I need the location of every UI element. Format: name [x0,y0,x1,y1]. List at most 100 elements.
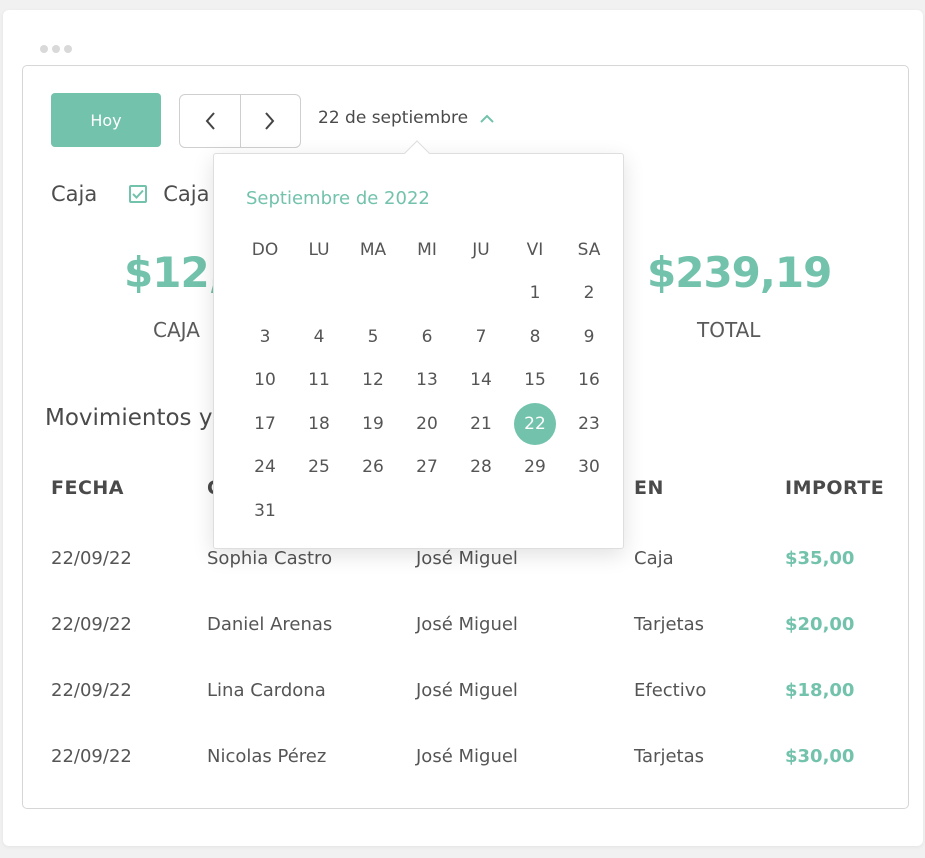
calendar-day[interactable]: 18 [292,403,346,447]
calendar-day-selected[interactable]: 22 [508,402,562,447]
caja-checkbox[interactable] [129,185,148,203]
calendar-day[interactable]: 20 [400,403,454,447]
row-fecha: 22/09/22 [51,614,132,635]
calendar-day[interactable]: 24 [238,446,292,490]
calendar-week: 12 [238,272,624,316]
calendar-day[interactable]: 17 [238,403,292,447]
calendar-grid: DO LU MA MI JU VI SA 1 2 3 4 5 6 7 8 9 10 11 12 13 14… [238,228,624,533]
calendar-day[interactable]: 23 [562,403,616,447]
calendar-day[interactable]: 28 [454,446,508,490]
calendar-empty-cell [346,272,400,316]
calendar-day[interactable]: 30 [562,446,616,490]
row-cliente: Lina Cardona [207,680,326,701]
current-date-label: 22 de septiembre [318,108,469,128]
next-day-button[interactable] [239,95,301,147]
row-vendedor: José Miguel [416,548,518,569]
header-fecha: FECHA [51,477,125,499]
calendar-empty-cell [562,490,616,534]
header-en: EN [634,477,664,499]
total-amount: $239,19 [647,248,832,297]
weekday-label: DO [251,240,279,260]
calendar-day[interactable]: 16 [562,359,616,403]
calendar-month-label: Septiembre de 2022 [246,188,430,209]
calendar-day[interactable]: 1 [508,272,562,316]
row-en: Tarjetas [634,746,704,767]
section-title: Movimientos y [45,405,213,431]
window-dot-icon [52,45,60,53]
date-navigation [179,94,301,148]
filter-label: Caja [51,182,98,206]
row-cliente: Sophia Castro [207,548,333,569]
calendar-week: 31 [238,490,624,534]
row-importe: $20,00 [785,614,855,635]
calendar-day[interactable]: 21 [454,403,508,447]
header-importe: IMPORTE [785,477,885,499]
total-label: TOTAL [697,318,761,342]
calendar-day[interactable]: 9 [562,316,616,360]
row-en: Tarjetas [634,614,704,635]
weekday-label: MA [359,240,387,260]
date-picker-popup: Septiembre de 2022 DO LU MA MI JU VI SA … [213,153,624,549]
calendar-day[interactable]: 12 [346,359,400,403]
calendar-empty-cell [238,272,292,316]
row-fecha: 22/09/22 [51,548,132,569]
calendar-day[interactable]: 8 [508,316,562,360]
calendar-day[interactable]: 27 [400,446,454,490]
weekday-label: MI [417,240,437,260]
calendar-day[interactable]: 10 [238,359,292,403]
calendar-empty-cell [454,272,508,316]
calendar-day[interactable]: 26 [346,446,400,490]
calendar-week: 17 18 19 20 21 22 23 [238,402,624,447]
calendar-day[interactable]: 3 [238,316,292,360]
weekday-label: LU [308,240,330,260]
weekday-label: JU [472,240,490,260]
calendar-day[interactable]: 19 [346,403,400,447]
calendar-day[interactable]: 13 [400,359,454,403]
calendar-day[interactable]: 15 [508,359,562,403]
row-vendedor: José Miguel [416,680,518,701]
calendar-day[interactable]: 6 [400,316,454,360]
calendar-week: 24 25 26 27 28 29 30 [238,446,624,490]
calendar-empty-cell [508,490,562,534]
calendar-day[interactable]: 2 [562,272,616,316]
row-importe: $35,00 [785,548,855,569]
calendar-empty-cell [400,490,454,534]
chevron-up-icon [480,114,494,123]
calendar-week: 10 11 12 13 14 15 16 [238,359,624,403]
calendar-day[interactable]: 14 [454,359,508,403]
filter-row: Caja Caja [51,182,210,206]
caja-checkbox-label: Caja [163,182,210,206]
calendar-day[interactable]: 7 [454,316,508,360]
row-cliente: Nicolas Pérez [207,746,327,767]
row-en: Efectivo [634,680,707,701]
calendar-empty-cell [346,490,400,534]
calendar-day[interactable]: 29 [508,446,562,490]
window-controls [40,45,72,53]
chevron-left-icon [205,112,215,130]
calendar-empty-cell [292,272,346,316]
row-cliente: Daniel Arenas [207,614,333,635]
calendar-day[interactable]: 31 [238,490,292,534]
calendar-day[interactable]: 5 [346,316,400,360]
previous-day-button[interactable] [180,95,240,147]
calendar-day[interactable]: 25 [292,446,346,490]
calendar-weekdays: DO LU MA MI JU VI SA [238,228,624,272]
calendar-empty-cell [454,490,508,534]
row-importe: $30,00 [785,746,855,767]
window-dot-icon [40,45,48,53]
date-picker-toggle[interactable]: 22 de septiembre [318,108,494,128]
row-vendedor: José Miguel [416,746,518,767]
row-fecha: 22/09/22 [51,680,132,701]
calendar-week: 3456789 [238,316,624,360]
weekday-label: VI [526,240,544,260]
calendar-day[interactable]: 4 [292,316,346,360]
chevron-right-icon [265,112,275,130]
row-en: Caja [634,548,674,569]
calendar-day[interactable]: 11 [292,359,346,403]
row-vendedor: José Miguel [416,614,518,635]
weekday-label: SA [577,240,601,260]
row-importe: $18,00 [785,680,855,701]
caja-label: CAJA [153,318,200,342]
calendar-empty-cell [400,272,454,316]
today-button[interactable]: Hoy [51,93,161,147]
